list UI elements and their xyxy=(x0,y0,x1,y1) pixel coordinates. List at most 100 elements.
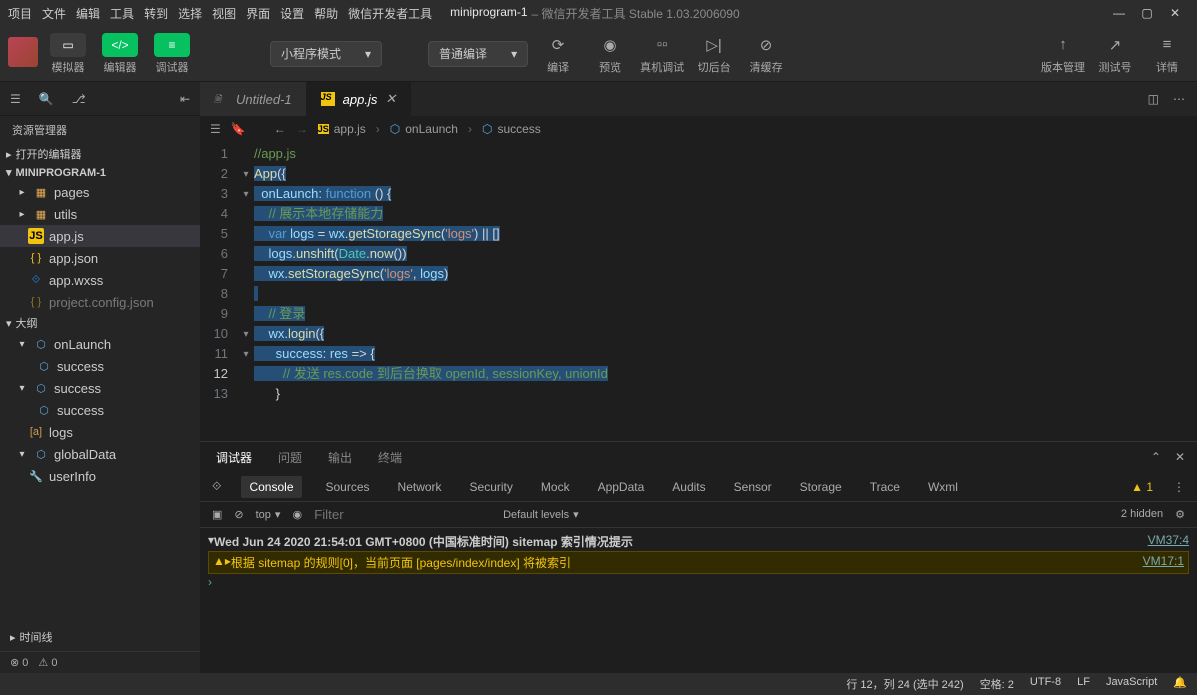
cursor-position[interactable]: 行 12，列 24 (选中 242) xyxy=(846,676,963,692)
outline-logs[interactable]: [a]logs xyxy=(0,421,200,443)
bookmark-icon[interactable]: 🔖 xyxy=(231,122,246,136)
devtab-wxml[interactable]: Wxml xyxy=(924,478,962,496)
crumb-onlaunch[interactable]: ⬡onLaunch xyxy=(390,122,458,136)
menu-view[interactable]: 视图 xyxy=(212,5,236,22)
outline-success3[interactable]: ⬡success xyxy=(0,399,200,421)
devtab-sources[interactable]: Sources xyxy=(322,478,374,496)
file-appwxss[interactable]: ⟐app.wxss xyxy=(0,269,200,291)
menu-interface[interactable]: 界面 xyxy=(246,5,270,22)
panel-tab-debugger[interactable]: 调试器 xyxy=(212,445,256,470)
split-editor-icon[interactable]: ◫ xyxy=(1148,92,1159,106)
indentation[interactable]: 空格: 2 xyxy=(980,676,1014,692)
project-section[interactable]: ▾MINIPROGRAM-1 xyxy=(0,164,200,181)
eol[interactable]: LF xyxy=(1077,676,1090,692)
editor-button[interactable]: </>编辑器 xyxy=(98,31,142,77)
file-projectconfig[interactable]: { }project.config.json xyxy=(0,291,200,313)
branch-icon[interactable]: ⎇ xyxy=(72,92,86,106)
folder-utils[interactable]: ▸▦utils xyxy=(0,203,200,225)
encoding[interactable]: UTF-8 xyxy=(1030,676,1061,692)
menu-select[interactable]: 选择 xyxy=(178,5,202,22)
filter-input[interactable] xyxy=(314,507,491,522)
devtab-security[interactable]: Security xyxy=(466,478,517,496)
menu-edit[interactable]: 编辑 xyxy=(76,5,100,22)
debugger-button[interactable]: ≡调试器 xyxy=(150,31,194,77)
outline-success[interactable]: ⬡success xyxy=(0,355,200,377)
tab-appjs[interactable]: JSapp.js✕ xyxy=(307,82,412,116)
nav-forward-icon[interactable]: → xyxy=(296,122,308,136)
nav-back-icon[interactable]: ← xyxy=(274,122,286,136)
devtools-more-icon[interactable]: ⋮ xyxy=(1173,480,1185,494)
console-play-icon[interactable]: ▣ xyxy=(212,508,222,521)
detail-button[interactable]: ≡详情 xyxy=(1145,33,1189,75)
panel-tab-output[interactable]: 输出 xyxy=(324,445,356,470)
menu-settings[interactable]: 设置 xyxy=(280,5,304,22)
console-clear-icon[interactable]: ⊘ xyxy=(234,508,243,521)
timeline-section[interactable]: ▸时间线 xyxy=(4,627,196,647)
code-editor[interactable]: 12345678910111213 ▾▾▾▾ //app.jsApp({ onL… xyxy=(200,142,1197,441)
menu-devtools[interactable]: 微信开发者工具 xyxy=(348,5,432,22)
version-button[interactable]: ↑版本管理 xyxy=(1041,33,1085,75)
file-appjson[interactable]: { }app.json xyxy=(0,247,200,269)
devtab-console[interactable]: Console xyxy=(241,476,301,498)
crumb-file[interactable]: JSapp.js xyxy=(318,122,366,136)
real-device-button[interactable]: ▫▫真机调试 xyxy=(640,33,684,75)
tab-untitled[interactable]: 🗎Untitled-1 xyxy=(200,82,307,116)
panel-close-icon[interactable]: ✕ xyxy=(1175,450,1185,464)
menu-project[interactable]: 项目 xyxy=(8,5,32,22)
devtab-audits[interactable]: Audits xyxy=(668,478,709,496)
clear-cache-button[interactable]: ⊘清缓存 xyxy=(744,33,788,75)
test-button[interactable]: ↗测试号 xyxy=(1093,33,1137,75)
context-dropdown[interactable]: top ▾ xyxy=(256,508,281,521)
console-prompt[interactable]: › xyxy=(208,575,212,589)
devtools-inspect-icon[interactable]: ⟐ xyxy=(212,479,221,494)
devtab-sensor[interactable]: Sensor xyxy=(730,478,776,496)
eye-icon[interactable]: ◉ xyxy=(292,508,302,521)
outline-globaldata[interactable]: ▾⬡globalData xyxy=(0,443,200,465)
list-icon[interactable]: ☰ xyxy=(210,122,221,136)
crumb-success[interactable]: ⬡success xyxy=(482,122,541,136)
preview-button[interactable]: ◉预览 xyxy=(588,33,632,75)
log-source[interactable]: VM17:1 xyxy=(1143,554,1184,571)
collapse-icon[interactable]: ⇤ xyxy=(180,92,190,106)
simulator-button[interactable]: ▭模拟器 xyxy=(46,31,90,77)
devtab-storage[interactable]: Storage xyxy=(796,478,846,496)
menu-goto[interactable]: 转到 xyxy=(144,5,168,22)
panel-up-icon[interactable]: ⌃ xyxy=(1151,450,1161,464)
devtab-trace[interactable]: Trace xyxy=(866,478,904,496)
minimize-button[interactable]: — xyxy=(1105,0,1133,26)
menu-icon[interactable]: ☰ xyxy=(10,92,21,106)
search-icon[interactable]: 🔍 xyxy=(39,92,54,106)
menu-tools[interactable]: 工具 xyxy=(110,5,134,22)
language-mode[interactable]: JavaScript xyxy=(1106,676,1157,692)
close-icon[interactable]: ✕ xyxy=(385,91,396,107)
bell-icon[interactable]: 🔔 xyxy=(1173,676,1187,692)
menu-help[interactable]: 帮助 xyxy=(314,5,338,22)
outline-userinfo[interactable]: 🔧userInfo xyxy=(0,465,200,487)
open-editors-section[interactable]: ▸打开的编辑器 xyxy=(0,144,200,164)
outline-success2[interactable]: ▾⬡success xyxy=(0,377,200,399)
devtab-mock[interactable]: Mock xyxy=(537,478,574,496)
gear-icon[interactable]: ⚙ xyxy=(1175,508,1185,521)
back-button[interactable]: ▷|切后台 xyxy=(692,33,736,75)
outline-section[interactable]: ▾大纲 xyxy=(0,313,200,333)
levels-dropdown[interactable]: Default levels ▾ xyxy=(503,508,579,521)
avatar[interactable] xyxy=(8,37,38,67)
warning-count[interactable]: ⚠ 0 xyxy=(38,656,57,669)
hidden-count[interactable]: 2 hidden xyxy=(1121,508,1163,521)
error-count[interactable]: ⊗ 0 xyxy=(10,656,28,669)
menu-file[interactable]: 文件 xyxy=(42,5,66,22)
outline-onlaunch[interactable]: ▾⬡onLaunch xyxy=(0,333,200,355)
mode-dropdown[interactable]: 小程序模式▾ xyxy=(270,41,382,67)
compile-mode-dropdown[interactable]: 普通编译▾ xyxy=(428,41,528,67)
devtools-warn-badge[interactable]: ▲ 1 xyxy=(1131,480,1153,494)
log-source[interactable]: VM37:4 xyxy=(1148,533,1189,550)
close-button[interactable]: ✕ xyxy=(1161,0,1189,26)
panel-tab-problems[interactable]: 问题 xyxy=(274,445,306,470)
panel-tab-terminal[interactable]: 终端 xyxy=(374,445,406,470)
more-icon[interactable]: ⋯ xyxy=(1173,92,1185,106)
devtab-appdata[interactable]: AppData xyxy=(594,478,649,496)
devtab-network[interactable]: Network xyxy=(394,478,446,496)
maximize-button[interactable]: ▢ xyxy=(1133,0,1161,26)
folder-pages[interactable]: ▸▦pages xyxy=(0,181,200,203)
file-appjs[interactable]: JSapp.js xyxy=(0,225,200,247)
